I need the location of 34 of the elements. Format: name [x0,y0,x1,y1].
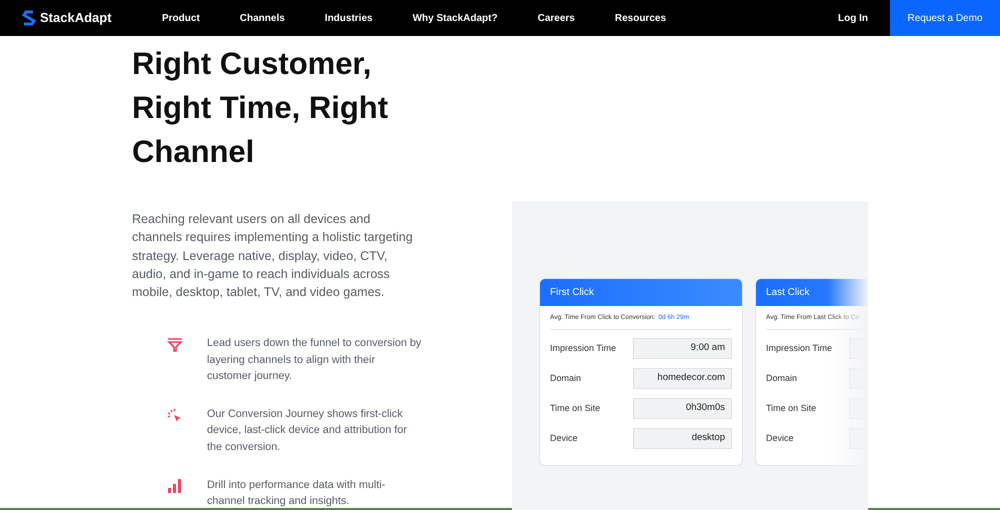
value-field: homedecor.com [633,368,732,389]
login-link[interactable]: Log In [838,10,868,26]
nav-link[interactable]: Channels [240,10,285,26]
request-demo-button[interactable]: Request a Demo [890,0,1000,36]
logo-text: StackAdapt [40,9,112,28]
field-label: Time on Site [766,402,816,415]
headline-line: Right Customer, [132,45,372,83]
field-label: Domain [766,372,798,385]
bar-chart-icon [168,478,182,493]
funnel-icon [167,337,183,354]
nav-link[interactable]: Product [162,10,200,26]
cursor-click-icon [167,408,183,424]
value-field: 9:00 am [633,338,732,359]
nav-link[interactable]: Resources [614,10,666,26]
headline-line: Right Time, Right [132,89,390,127]
field-label: Device [550,432,578,445]
card-title: Last Click [766,286,810,300]
nav-link[interactable]: Why StackAdapt? [412,10,498,26]
field-label: Impression Time [766,342,832,355]
field-label: Domain [550,372,582,385]
nav-link[interactable]: Careers [538,10,575,26]
field-label: Time on Site [550,402,600,415]
feature-text: Lead users down the funnel to conversion by layering channels to align with their customer journey. [207,336,422,384]
value-field: 0h30m0s [633,398,732,419]
intro-paragraph: Reaching relevant users on all devices and channels requires implementing a holistic targeting strategy. Leverage native, display, video, CTV, audio, and in-game to reach individuals across mobile, desktop, tablet, TV, and video games. [132,211,414,302]
logo-icon [22,10,36,26]
field-label: Device [766,432,794,445]
field-label: Impression Time [550,342,616,355]
feature-text: Our Conversion Journey shows first-click device, last-click device and attribution for the conversion. [207,407,408,454]
nav-link[interactable]: Industries [324,10,373,26]
value-field: desktop [633,428,732,449]
feature-text: Drill into performance data with multi-channel tracking and insights. [207,478,386,509]
headline-line: Channel [132,133,256,171]
card-title: First Click [550,286,594,300]
